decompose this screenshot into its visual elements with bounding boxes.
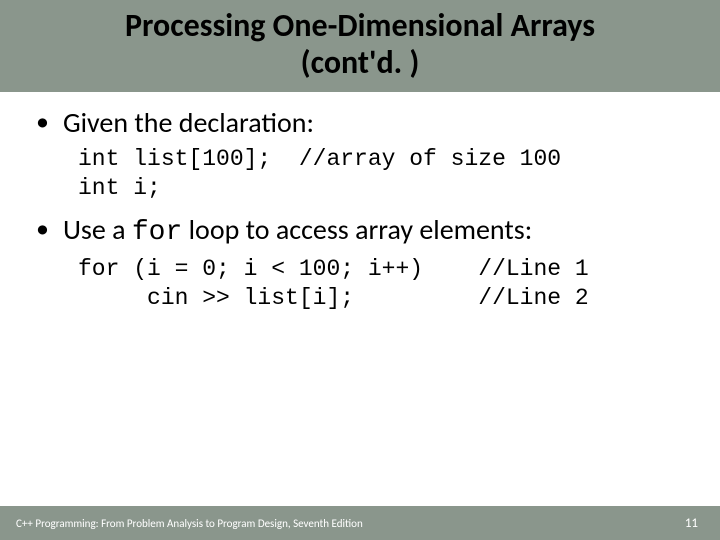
slide-footer: C++ Programming: From Problem Analysis t…	[0, 506, 720, 540]
bullet-text-2: Use a for loop to access array elements:	[63, 213, 532, 250]
bullet-marker: •	[36, 106, 49, 137]
title-line-1: Processing One-Dimensional Arrays	[125, 6, 595, 45]
bullet-2-prefix: Use a	[63, 212, 132, 247]
bullet-2-mono: for	[132, 217, 182, 248]
bullet-item: • Given the declaration:	[30, 106, 690, 140]
slide-title: Processing One-Dimensional Arrays (cont'…	[10, 8, 710, 82]
footer-text: C++ Programming: From Problem Analysis t…	[16, 517, 363, 530]
code-block-2: for (i = 0; i < 100; i++) //Line 1 cin >…	[78, 255, 690, 313]
code-block-1: int list[100]; //array of size 100 int i…	[78, 145, 690, 203]
title-line-2: (cont'd. )	[301, 43, 420, 82]
slide-content: • Given the declaration: int list[100]; …	[0, 92, 720, 313]
page-number: 11	[685, 516, 698, 531]
bullet-text-1: Given the declaration:	[63, 106, 314, 140]
slide-title-bar: Processing One-Dimensional Arrays (cont'…	[0, 0, 720, 92]
bullet-marker: •	[36, 213, 49, 244]
bullet-2-suffix: loop to access array elements:	[182, 212, 532, 247]
bullet-item: • Use a for loop to access array element…	[30, 213, 690, 250]
